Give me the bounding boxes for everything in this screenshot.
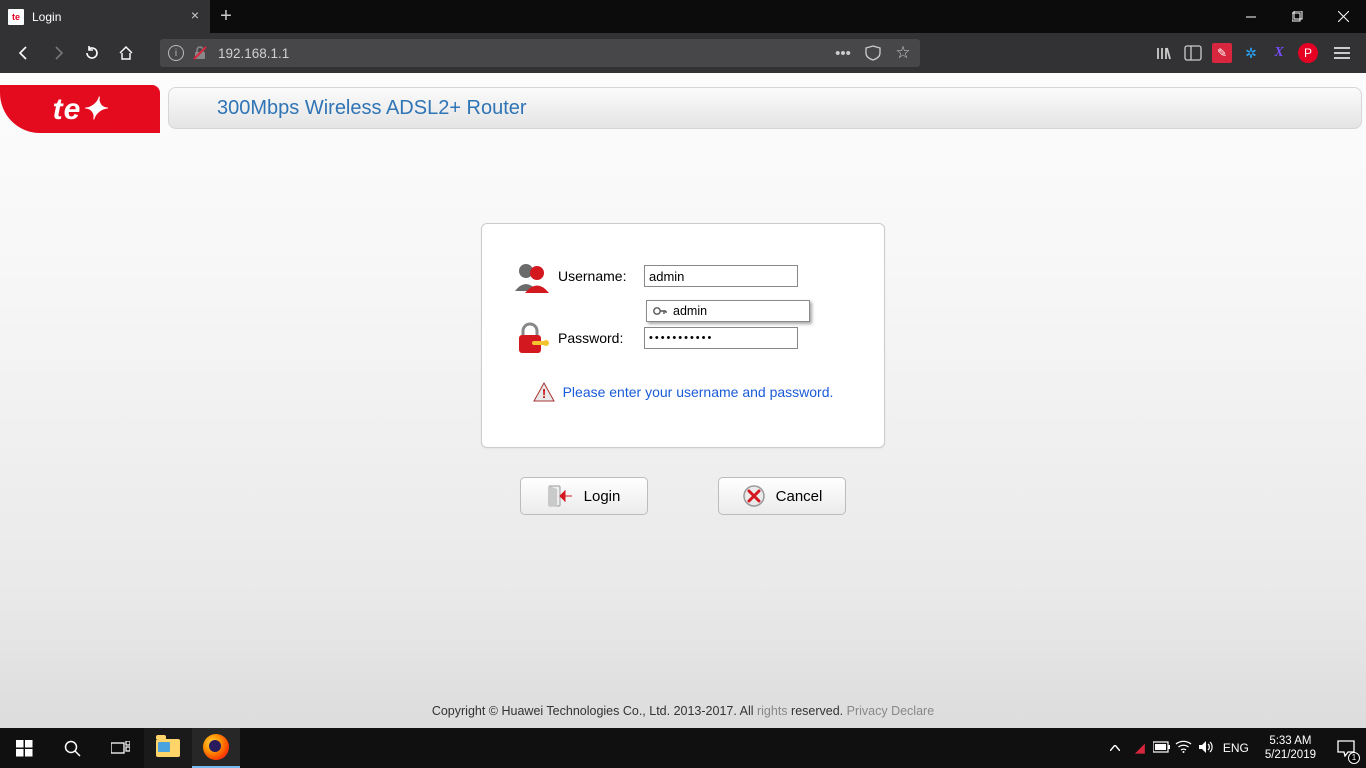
page-content: 300Mbps Wireless ADSL2+ Router te✦ data … <box>0 73 1366 728</box>
username-input[interactable] <box>644 265 798 287</box>
action-row: Login Cancel <box>481 477 885 515</box>
site-info-icon[interactable]: i <box>168 45 184 61</box>
key-icon <box>653 305 667 317</box>
cancel-button[interactable]: Cancel <box>718 477 846 515</box>
router-title: 300Mbps Wireless ADSL2+ Router <box>217 97 527 120</box>
wifi-icon[interactable] <box>1173 740 1195 756</box>
password-input[interactable] <box>644 327 798 349</box>
address-bar[interactable]: i 192.168.1.1 ••• ☆ <box>160 39 920 67</box>
reload-button[interactable] <box>76 37 108 69</box>
bookmark-star-icon[interactable]: ☆ <box>894 43 912 63</box>
copyright-footer: Copyright © Huawei Technologies Co., Ltd… <box>0 704 1366 718</box>
insecure-connection-icon <box>192 45 208 61</box>
taskbar-search-button[interactable] <box>48 728 96 768</box>
login-icon <box>548 484 574 508</box>
home-button[interactable] <box>110 37 142 69</box>
taskbar-time: 5:33 AM <box>1265 734 1316 748</box>
tray-expand-button[interactable] <box>1101 728 1129 768</box>
taskbar-clock[interactable]: 5:33 AM 5/21/2019 <box>1255 734 1326 762</box>
extension-gear-icon[interactable]: ✲ <box>1242 44 1260 62</box>
task-view-button[interactable] <box>96 728 144 768</box>
autofill-option[interactable]: admin <box>647 301 809 321</box>
tab-title: Login <box>32 10 61 24</box>
start-button[interactable] <box>0 728 48 768</box>
cancel-icon <box>742 484 766 508</box>
notification-badge: 1 <box>1348 752 1360 764</box>
tab-bar: te Login × + <box>0 0 1366 33</box>
tedata-logo: te✦ data <box>0 85 160 133</box>
login-panel: Username: Password: ! Please enter <box>481 223 885 448</box>
action-center-button[interactable]: 1 <box>1326 728 1366 768</box>
sidebar-icon[interactable] <box>1184 45 1202 61</box>
autofill-dropdown[interactable]: admin <box>646 300 810 322</box>
warning-icon: ! <box>533 382 555 402</box>
forward-button[interactable] <box>42 37 74 69</box>
window-close-button[interactable] <box>1320 0 1366 33</box>
extension-icon-1[interactable]: ✎ <box>1212 43 1232 63</box>
lock-icon <box>512 321 552 355</box>
tab-close-icon[interactable]: × <box>188 9 202 23</box>
user-icon <box>512 259 552 293</box>
brand-header: te✦ data <box>0 85 160 133</box>
library-icon[interactable] <box>1156 45 1174 61</box>
brand-word: data <box>110 113 155 139</box>
pinterest-icon[interactable]: P <box>1298 43 1318 63</box>
privacy-link[interactable]: Privacy Declare <box>847 704 935 718</box>
taskbar-date: 5/21/2019 <box>1265 748 1316 762</box>
tray-app-icon[interactable]: ◢ <box>1129 740 1151 756</box>
password-label: Password: <box>558 330 644 346</box>
login-button-label: Login <box>584 488 621 505</box>
volume-icon[interactable] <box>1195 740 1217 757</box>
username-label: Username: <box>558 268 644 284</box>
router-title-band: 300Mbps Wireless ADSL2+ Router <box>168 87 1362 129</box>
nav-bar: i 192.168.1.1 ••• ☆ ✎ ✲ X P <box>0 33 1366 73</box>
file-explorer-button[interactable] <box>144 728 192 768</box>
cancel-button-label: Cancel <box>776 488 823 505</box>
tab-favicon: te <box>8 9 24 25</box>
back-button[interactable] <box>8 37 40 69</box>
page-actions-icon[interactable]: ••• <box>834 45 852 62</box>
taskbar: ◢ ENG 5:33 AM 5/21/2019 1 <box>0 728 1366 768</box>
window-maximize-button[interactable] <box>1274 0 1320 33</box>
new-tab-button[interactable]: + <box>210 0 242 33</box>
extension-x-icon[interactable]: X <box>1270 44 1288 62</box>
active-tab[interactable]: te Login × <box>0 0 210 33</box>
window-minimize-button[interactable] <box>1228 0 1274 33</box>
firefox-taskbar-button[interactable] <box>192 728 240 768</box>
url-text: 192.168.1.1 <box>218 46 289 61</box>
tracking-protection-icon[interactable] <box>864 45 882 61</box>
login-hint: Please enter your username and password. <box>563 384 834 400</box>
svg-text:!: ! <box>541 386 545 401</box>
language-indicator[interactable]: ENG <box>1217 741 1255 755</box>
toolbar-extensions: ✎ ✲ X P <box>1156 43 1356 63</box>
app-menu-button[interactable] <box>1328 47 1356 59</box>
battery-icon[interactable] <box>1151 741 1173 756</box>
login-button[interactable]: Login <box>520 477 648 515</box>
